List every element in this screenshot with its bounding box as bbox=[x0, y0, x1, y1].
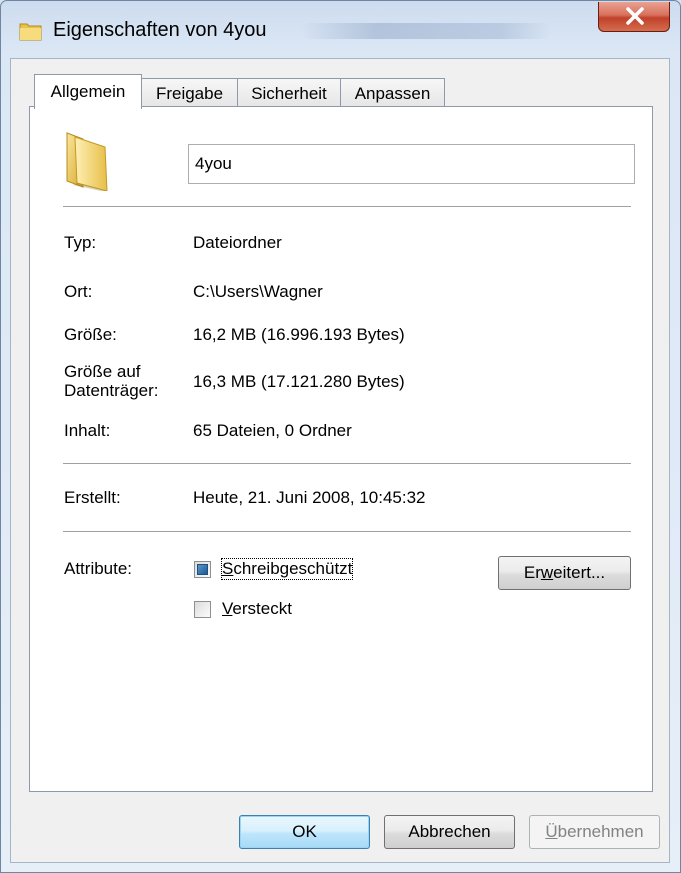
folder-icon bbox=[19, 21, 43, 41]
size-on-disk-value: 16,3 MB (17.121.280 Bytes) bbox=[193, 372, 405, 391]
created-label: Erstellt: bbox=[64, 488, 121, 507]
hidden-checkbox-label[interactable]: Versteckt bbox=[222, 599, 292, 619]
contents-value: 65 Dateien, 0 Ordner bbox=[193, 421, 352, 440]
tab-sicherheit[interactable]: Sicherheit bbox=[237, 78, 341, 109]
separator-1 bbox=[63, 206, 631, 208]
separator-3 bbox=[63, 531, 631, 533]
readonly-checkbox[interactable] bbox=[194, 561, 211, 578]
location-label: Ort: bbox=[64, 282, 93, 301]
location-value: C:\Users\Wagner bbox=[193, 282, 323, 301]
close-icon bbox=[626, 7, 644, 25]
tab-anpassen[interactable]: Anpassen bbox=[340, 78, 445, 109]
close-button[interactable] bbox=[598, 2, 670, 32]
properties-window: Eigenschaften von 4you Allgemein Freigab… bbox=[0, 0, 681, 873]
hidden-checkbox[interactable] bbox=[194, 601, 211, 618]
background-window-blur bbox=[301, 23, 551, 39]
advanced-button[interactable]: Erweitert... bbox=[498, 556, 631, 590]
separator-2 bbox=[63, 463, 631, 465]
folder-name-input[interactable]: 4you bbox=[188, 144, 635, 184]
apply-button[interactable]: Übernehmen bbox=[529, 815, 660, 849]
created-value: Heute, 21. Juni 2008, 10:45:32 bbox=[193, 488, 426, 507]
contents-label: Inhalt: bbox=[64, 421, 111, 440]
ok-button[interactable]: OK bbox=[239, 815, 370, 849]
folder-large-icon bbox=[61, 129, 111, 196]
size-label: Größe: bbox=[64, 325, 117, 344]
size-value: 16,2 MB (16.996.193 Bytes) bbox=[193, 325, 405, 344]
size-on-disk-label: Größe auf Datenträger: bbox=[64, 362, 159, 400]
cancel-button[interactable]: Abbrechen bbox=[384, 815, 515, 849]
attributes-label: Attribute: bbox=[64, 559, 133, 578]
title-bar[interactable]: Eigenschaften von 4you bbox=[1, 1, 680, 59]
tab-allgemein[interactable]: Allgemein bbox=[34, 74, 142, 109]
tab-panel-allgemein bbox=[29, 106, 653, 792]
tab-freigabe[interactable]: Freigabe bbox=[141, 78, 238, 109]
readonly-checkbox-label[interactable]: Schreibgeschützt bbox=[220, 558, 354, 580]
window-title: Eigenschaften von 4you bbox=[53, 19, 267, 41]
type-value: Dateiordner bbox=[193, 233, 282, 252]
type-label: Typ: bbox=[64, 233, 97, 252]
